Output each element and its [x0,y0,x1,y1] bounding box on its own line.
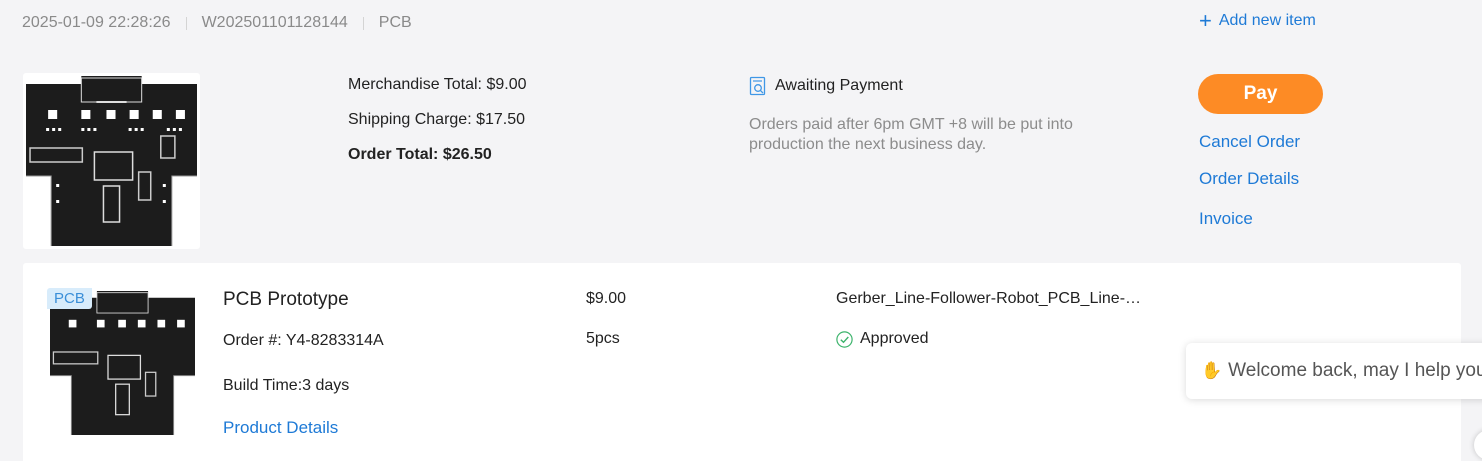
item-quantity: 5pcs [586,330,620,347]
item-title: PCB Prototype [223,289,349,310]
add-new-item-label: Add new item [1218,12,1316,29]
order-header: 2025-01-09 22:28:26 W202501101128144 PCB [22,12,412,34]
order-id[interactable]: W202501101128144 [202,14,348,32]
invoice-link[interactable]: Invoice [1199,209,1253,229]
order-details-link[interactable]: Order Details [1199,169,1299,189]
approved-check-icon [836,330,853,348]
approval-status: Approved [836,330,929,348]
chat-welcome-bubble[interactable]: ✋ Welcome back, may I help you? [1186,343,1482,399]
pay-button[interactable]: Pay [1198,74,1323,114]
cancel-order-link[interactable]: Cancel Order [1199,132,1300,152]
product-details-link[interactable]: Product Details [223,418,338,438]
order-status: Awaiting Payment Orders paid after 6pm G… [749,75,1089,155]
pcb-board-image [26,76,197,246]
order-totals: Merchandise Total: $9.00 Shipping Charge… [348,75,526,180]
divider [185,16,187,30]
item-price: $9.00 [586,290,627,307]
gerber-filename[interactable]: Gerber_Line-Follower-Robot_PCB_Line-Foll… [836,290,1146,308]
item-order-number: Order #: Y4-8283314A [223,332,384,349]
order-total: Order Total: $26.50 [348,146,492,163]
divider [362,16,364,30]
order-pcb-thumbnail[interactable] [23,73,200,249]
pcb-tag: PCB [47,288,92,309]
status-label: Awaiting Payment [775,77,903,94]
order-type: PCB [378,14,412,31]
approval-label: Approved [860,330,929,347]
order-datetime: 2025-01-09 22:28:26 [22,14,171,31]
waving-hand-icon: ✋ [1201,361,1223,380]
awaiting-payment-icon [749,76,766,96]
merchandise-total: Merchandise Total: $9.00 [348,76,527,93]
chat-message: Welcome back, may I help you? [1228,360,1482,381]
pcb-board-image [50,291,195,435]
plus-icon: + [1199,8,1212,33]
item-build-time: Build Time:3 days [223,377,350,394]
add-new-item-button[interactable]: + Add new item [1199,8,1316,33]
shipping-charge: Shipping Charge: $17.50 [348,111,526,128]
item-pcb-thumbnail[interactable]: PCB [47,288,198,438]
production-note: Orders paid after 6pm GMT +8 will be put… [749,116,1073,153]
chat-launcher-button[interactable] [1474,430,1482,460]
